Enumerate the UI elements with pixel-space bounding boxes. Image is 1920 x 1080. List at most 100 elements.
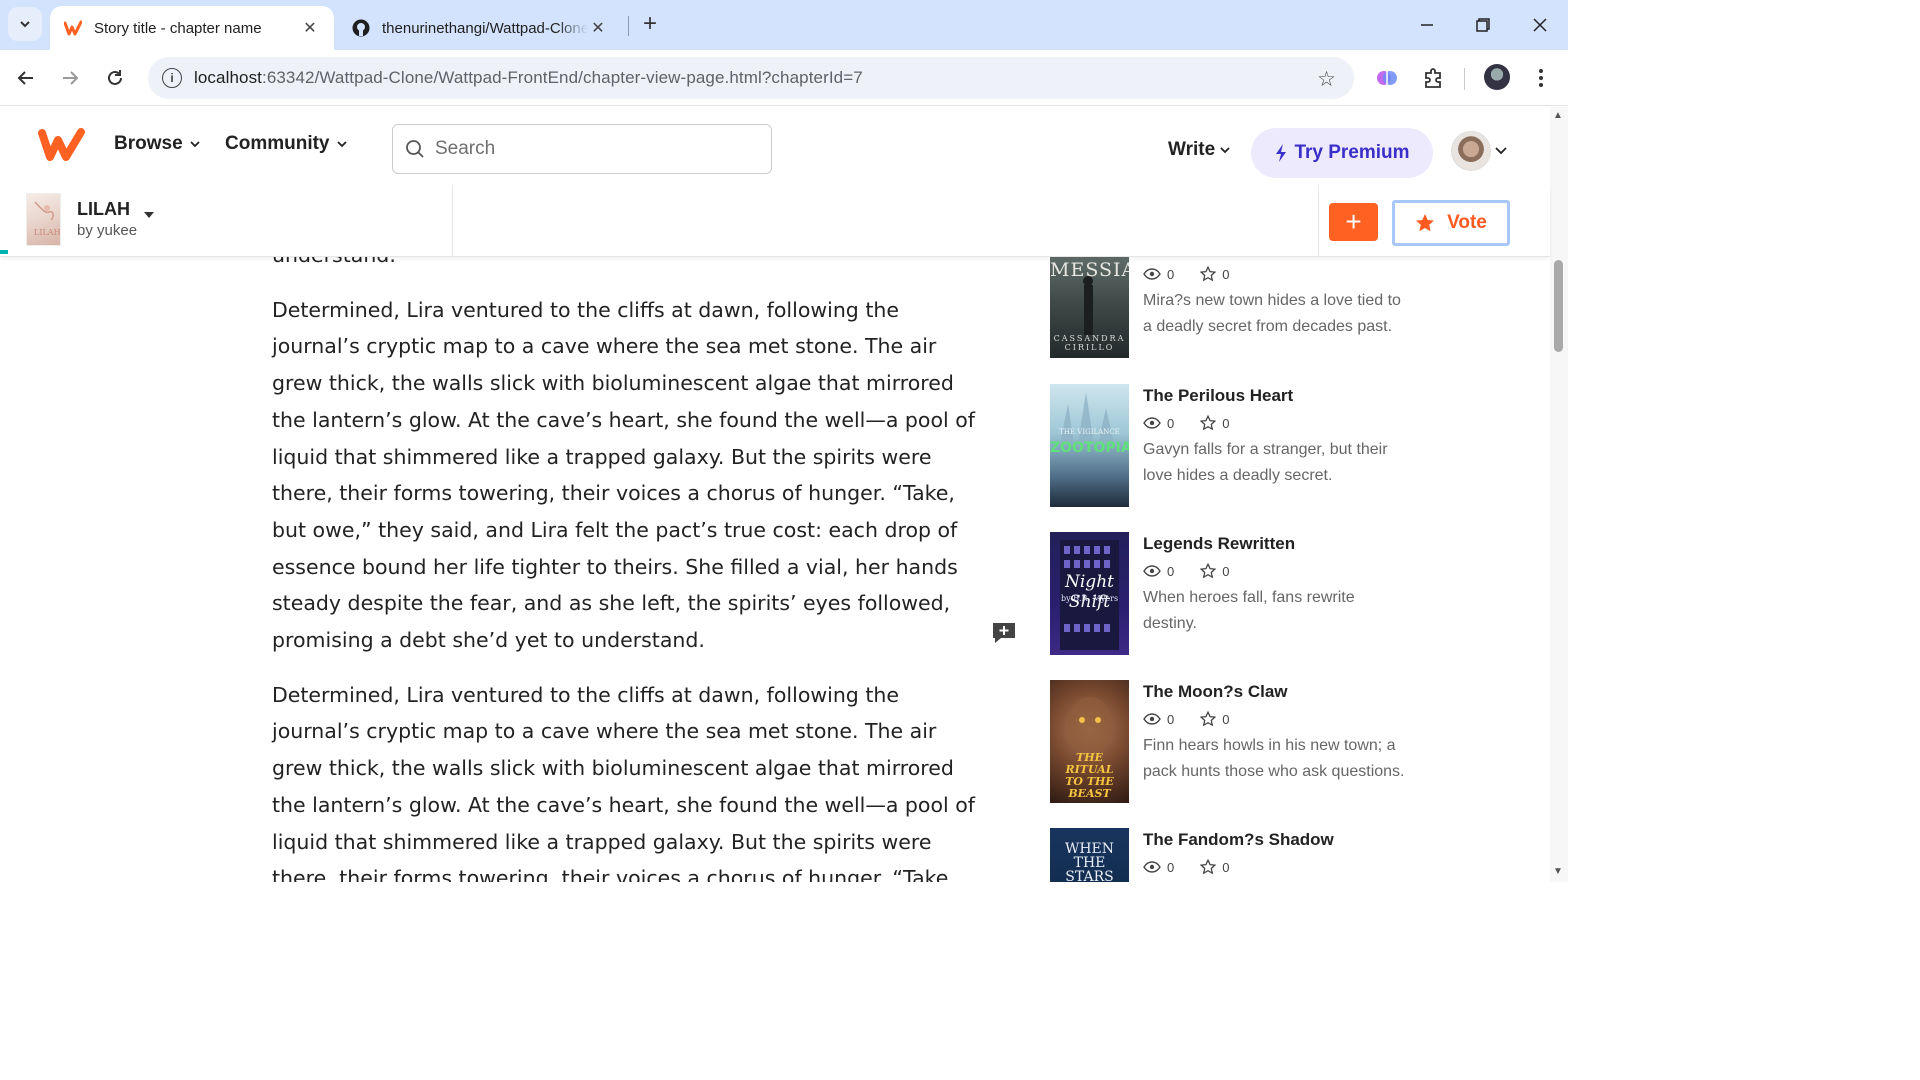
story-author[interactable]: by yukee	[77, 222, 137, 239]
bookmark-star-icon[interactable]: ☆	[1317, 67, 1336, 92]
chapter-paragraph: understand.	[272, 257, 992, 274]
star-outline-icon	[1200, 859, 1217, 875]
nav-browse[interactable]: Browse	[114, 133, 201, 155]
reload-icon[interactable]	[99, 62, 131, 94]
divider	[452, 185, 453, 257]
story-header-bar: LILAH LILAH by yukee + Vote	[0, 185, 1550, 257]
recommendation-cover[interactable]: MESSIAH CASSANDRA CIRILLO	[1050, 257, 1129, 358]
chevron-down-icon	[190, 141, 200, 148]
cover-title-text: ZOOTOPIA	[1050, 440, 1129, 456]
recommendation-title[interactable]: The Moon?s Claw	[1143, 682, 1288, 702]
recommendation-cover[interactable]: THE RITUAL TO THE BEAST	[1050, 680, 1129, 803]
star-icon	[1416, 214, 1435, 232]
eye-icon	[1143, 861, 1161, 873]
reads-count: 0	[1167, 415, 1175, 431]
search-input[interactable]	[435, 138, 735, 160]
search-box[interactable]	[392, 124, 772, 174]
votes-count: 0	[1222, 563, 1230, 579]
recommendation-cover[interactable]: WHEN THE STARS	[1050, 828, 1129, 882]
lightning-icon	[1276, 144, 1287, 162]
cover-author-text: THE VIGILANCE	[1059, 428, 1120, 436]
story-title[interactable]: LILAH	[77, 199, 130, 220]
recommendation-item[interactable]: THE RITUAL TO THE BEAST The Moon?s Claw …	[1050, 680, 1470, 804]
extension-brain-icon[interactable]	[1373, 64, 1401, 92]
votes-count: 0	[1222, 859, 1230, 875]
nav-community-label: Community	[225, 133, 330, 154]
recommendation-title[interactable]: The Perilous Heart	[1143, 386, 1293, 406]
recommendation-item[interactable]: MESSIAH CASSANDRA CIRILLO 0 0 Mira?s new…	[1050, 257, 1470, 359]
browser-profile-avatar[interactable]	[1484, 64, 1510, 90]
recommendation-title[interactable]: The Fandom?s Shadow	[1143, 830, 1334, 850]
minimize-icon[interactable]	[1412, 10, 1442, 40]
recommendation-item[interactable]: WHEN THE STARS The Fandom?s Shadow 0 0	[1050, 828, 1470, 882]
chevron-down-icon	[20, 21, 30, 28]
story-cover-image[interactable]: LILAH	[26, 193, 61, 246]
recommendation-item[interactable]: THE VIGILANCE ZOOTOPIA The Perilous Hear…	[1050, 384, 1470, 508]
user-avatar[interactable]	[1451, 131, 1491, 171]
vote-button[interactable]: Vote	[1392, 200, 1510, 246]
story-cover-mark: LILAH	[34, 228, 61, 237]
wattpad-logo-icon[interactable]	[38, 127, 86, 168]
scrollbar-thumb[interactable]	[1554, 260, 1563, 352]
new-tab-button[interactable]: +	[636, 10, 664, 38]
back-icon[interactable]	[10, 62, 42, 94]
close-icon[interactable]: ✕	[300, 18, 320, 38]
star-outline-icon	[1200, 563, 1217, 579]
cover-title-text: Night Shift	[1065, 572, 1114, 612]
reads-count: 0	[1167, 711, 1175, 727]
recommendation-stats: 0 0	[1143, 711, 1229, 727]
url-text: localhost:63342/Wattpad-Clone/Wattpad-Fr…	[194, 68, 863, 88]
site-info-icon[interactable]: i	[162, 68, 182, 88]
scroll-up-icon[interactable]: ▲	[1553, 110, 1563, 121]
try-premium-label: Try Premium	[1294, 142, 1410, 163]
caret-down-icon[interactable]	[144, 212, 154, 218]
chevron-down-icon	[1220, 147, 1230, 154]
eye-icon	[1143, 417, 1161, 429]
window-close-icon[interactable]	[1525, 10, 1555, 40]
votes-count: 0	[1222, 415, 1230, 431]
recommendation-cover[interactable]: Night Shift by B.R. Myers	[1050, 532, 1129, 655]
recommendation-stats: 0 0	[1143, 415, 1229, 431]
close-icon[interactable]: ✕	[588, 18, 608, 38]
site-header: Browse Community Write Try Premium	[0, 107, 1550, 185]
restore-icon[interactable]	[1468, 10, 1498, 40]
toolbar-divider	[1464, 68, 1465, 90]
browser-menu-icon[interactable]	[1527, 64, 1555, 92]
inline-comment-icon[interactable]	[991, 621, 1017, 650]
cover-author-text: CASSANDRA CIRILLO	[1053, 334, 1126, 352]
vote-label: Vote	[1447, 212, 1487, 233]
cover-author-text: by B.R. Myers	[1060, 594, 1119, 603]
chevron-down-icon[interactable]	[1494, 143, 1508, 161]
add-to-library-button[interactable]: +	[1329, 203, 1378, 241]
reads-count: 0	[1167, 859, 1175, 875]
eye-icon	[1143, 268, 1161, 280]
extensions-puzzle-icon[interactable]	[1419, 64, 1447, 92]
nav-community[interactable]: Community	[225, 133, 348, 155]
star-outline-icon	[1200, 415, 1217, 431]
page-scrollbar[interactable]	[1550, 107, 1568, 882]
recommendation-stats: 0 0	[1143, 859, 1229, 875]
recommendation-description: Gavyn falls for a stranger, but their lo…	[1143, 441, 1388, 484]
tab-github[interactable]: thenurinethangi/Wattpad-Clone ✕	[338, 6, 622, 50]
forward-icon[interactable]	[54, 62, 86, 94]
tab-search-button[interactable]	[8, 7, 42, 41]
recommendation-cover[interactable]: THE VIGILANCE ZOOTOPIA	[1050, 384, 1129, 507]
github-icon	[352, 19, 370, 37]
votes-count: 0	[1222, 266, 1230, 282]
write-menu[interactable]: Write	[1168, 139, 1231, 161]
url-path: :63342/Wattpad-Clone/Wattpad-FrontEnd/ch…	[262, 68, 863, 87]
wattpad-favicon-icon	[64, 19, 82, 37]
recommendation-stats: 0 0	[1143, 266, 1229, 282]
tab-story[interactable]: Story title - chapter name ✕	[50, 6, 334, 50]
write-label: Write	[1168, 139, 1216, 160]
address-bar[interactable]: i localhost:63342/Wattpad-Clone/Wattpad-…	[148, 57, 1354, 99]
try-premium-button[interactable]: Try Premium	[1251, 128, 1433, 178]
recommendation-item[interactable]: Night Shift by B.R. Myers Legends Rewrit…	[1050, 532, 1470, 656]
chapter-paragraph: Determined, Lira ventured to the cliffs …	[272, 297, 975, 653]
reads-count: 0	[1167, 266, 1175, 282]
recommendation-description: Mira?s new town hides a love tied to a d…	[1143, 292, 1401, 335]
scroll-down-icon[interactable]: ▼	[1553, 866, 1563, 877]
votes-count: 0	[1222, 711, 1230, 727]
recommendation-title[interactable]: Legends Rewritten	[1143, 534, 1295, 554]
recommendation-description: When heroes fall, fans rewrite destiny.	[1143, 589, 1355, 632]
